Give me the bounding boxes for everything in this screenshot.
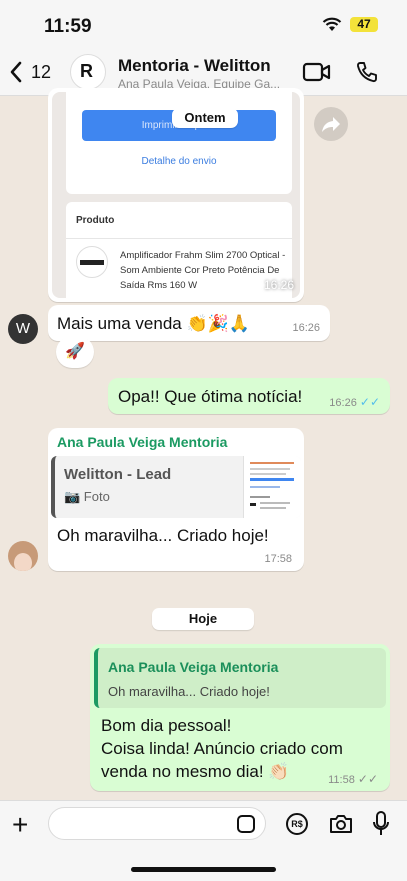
quote-photo-label: 📷 Foto xyxy=(64,489,110,504)
camera-icon[interactable] xyxy=(328,813,354,835)
sender-name: Ana Paula Veiga Mentoria xyxy=(57,434,228,450)
quote-thumbnail-graphic xyxy=(250,462,294,509)
shipping-detail-link: Detalhe do envio xyxy=(141,156,217,167)
message-time: 17:58 xyxy=(264,553,292,565)
message-text: Oh maravilha... Criado hoje! xyxy=(57,526,269,545)
wifi-icon xyxy=(322,17,342,31)
chat-title[interactable]: Mentoria - Welitton xyxy=(118,56,271,76)
product-card: Produto Amplificador Frahm Slim 2700 Opt… xyxy=(66,202,292,298)
message-text: Bom dia pessoal! Coisa linda! Anúncio cr… xyxy=(101,714,343,783)
message-meta: 16:26 ✓✓ xyxy=(329,395,380,409)
status-time: 11:59 xyxy=(44,16,92,37)
message-text: Opa!! Que ótima notícia! xyxy=(118,387,303,406)
quote-thumbnail xyxy=(243,456,301,518)
message-meta: 11:58 ✓✓ xyxy=(328,772,378,786)
date-divider-hoje: Hoje xyxy=(152,608,254,630)
quote-author: Welitton - Lead xyxy=(64,466,172,483)
message-line: venda no mesmo dia! 👏🏻 xyxy=(101,762,290,781)
group-avatar[interactable]: R xyxy=(70,54,106,90)
quoted-message[interactable]: Welitton - Lead 📷 Foto xyxy=(51,456,301,518)
quote-text: Oh maravilha... Criado hoje! xyxy=(108,684,270,699)
sender-avatar-photo[interactable] xyxy=(8,541,38,571)
plus-icon[interactable]: + xyxy=(12,811,28,839)
message-composer: + R$ xyxy=(0,800,407,881)
message-line: Coisa linda! Anúncio criado com xyxy=(101,739,343,758)
product-divider xyxy=(66,238,292,239)
sender-avatar[interactable]: W xyxy=(8,314,38,344)
date-divider-ontem: Ontem xyxy=(172,108,238,128)
delivered-ticks-icon: ✓✓ xyxy=(357,772,378,786)
message-input[interactable] xyxy=(48,807,266,840)
status-bar: 11:59 47 xyxy=(0,0,407,48)
incoming-message[interactable]: Mais uma venda 👏🎉🙏 16:26 xyxy=(48,305,330,341)
back-unread-count[interactable]: 12 xyxy=(31,62,51,83)
message-time: 16:26 xyxy=(263,278,294,292)
message-line: Bom dia pessoal! xyxy=(101,716,232,735)
home-indicator xyxy=(131,867,276,872)
incoming-reply-message[interactable]: Ana Paula Veiga Mentoria Welitton - Lead… xyxy=(48,428,304,571)
message-time: 16:26 xyxy=(329,397,357,409)
group-avatar-letter: R xyxy=(80,61,93,81)
video-call-icon[interactable] xyxy=(302,61,332,83)
read-ticks-icon: ✓✓ xyxy=(359,395,380,409)
payment-icon[interactable]: R$ xyxy=(286,813,308,835)
microphone-icon[interactable] xyxy=(372,810,390,838)
battery-indicator: 47 xyxy=(350,17,378,32)
forward-arrow-icon xyxy=(322,117,340,132)
reaction-badge[interactable]: 🚀 xyxy=(56,336,94,368)
quote-author: Ana Paula Veiga Mentoria xyxy=(108,659,279,675)
forward-button[interactable] xyxy=(314,107,348,141)
product-label: Produto xyxy=(76,215,115,226)
sticker-icon[interactable] xyxy=(237,815,255,833)
message-time: 11:58 xyxy=(328,774,355,786)
outgoing-reply-message[interactable]: Ana Paula Veiga Mentoria Oh maravilha...… xyxy=(90,644,390,791)
outgoing-message[interactable]: Opa!! Que ótima notícia! 16:26 ✓✓ xyxy=(108,378,390,414)
quoted-message[interactable]: Ana Paula Veiga Mentoria Oh maravilha...… xyxy=(94,648,386,708)
phone-call-icon[interactable] xyxy=(355,60,379,84)
back-chevron-icon[interactable] xyxy=(8,60,24,84)
product-thumbnail xyxy=(76,246,108,278)
message-text: Mais uma venda 👏🎉🙏 xyxy=(57,314,250,333)
message-time: 16:26 xyxy=(292,322,320,334)
